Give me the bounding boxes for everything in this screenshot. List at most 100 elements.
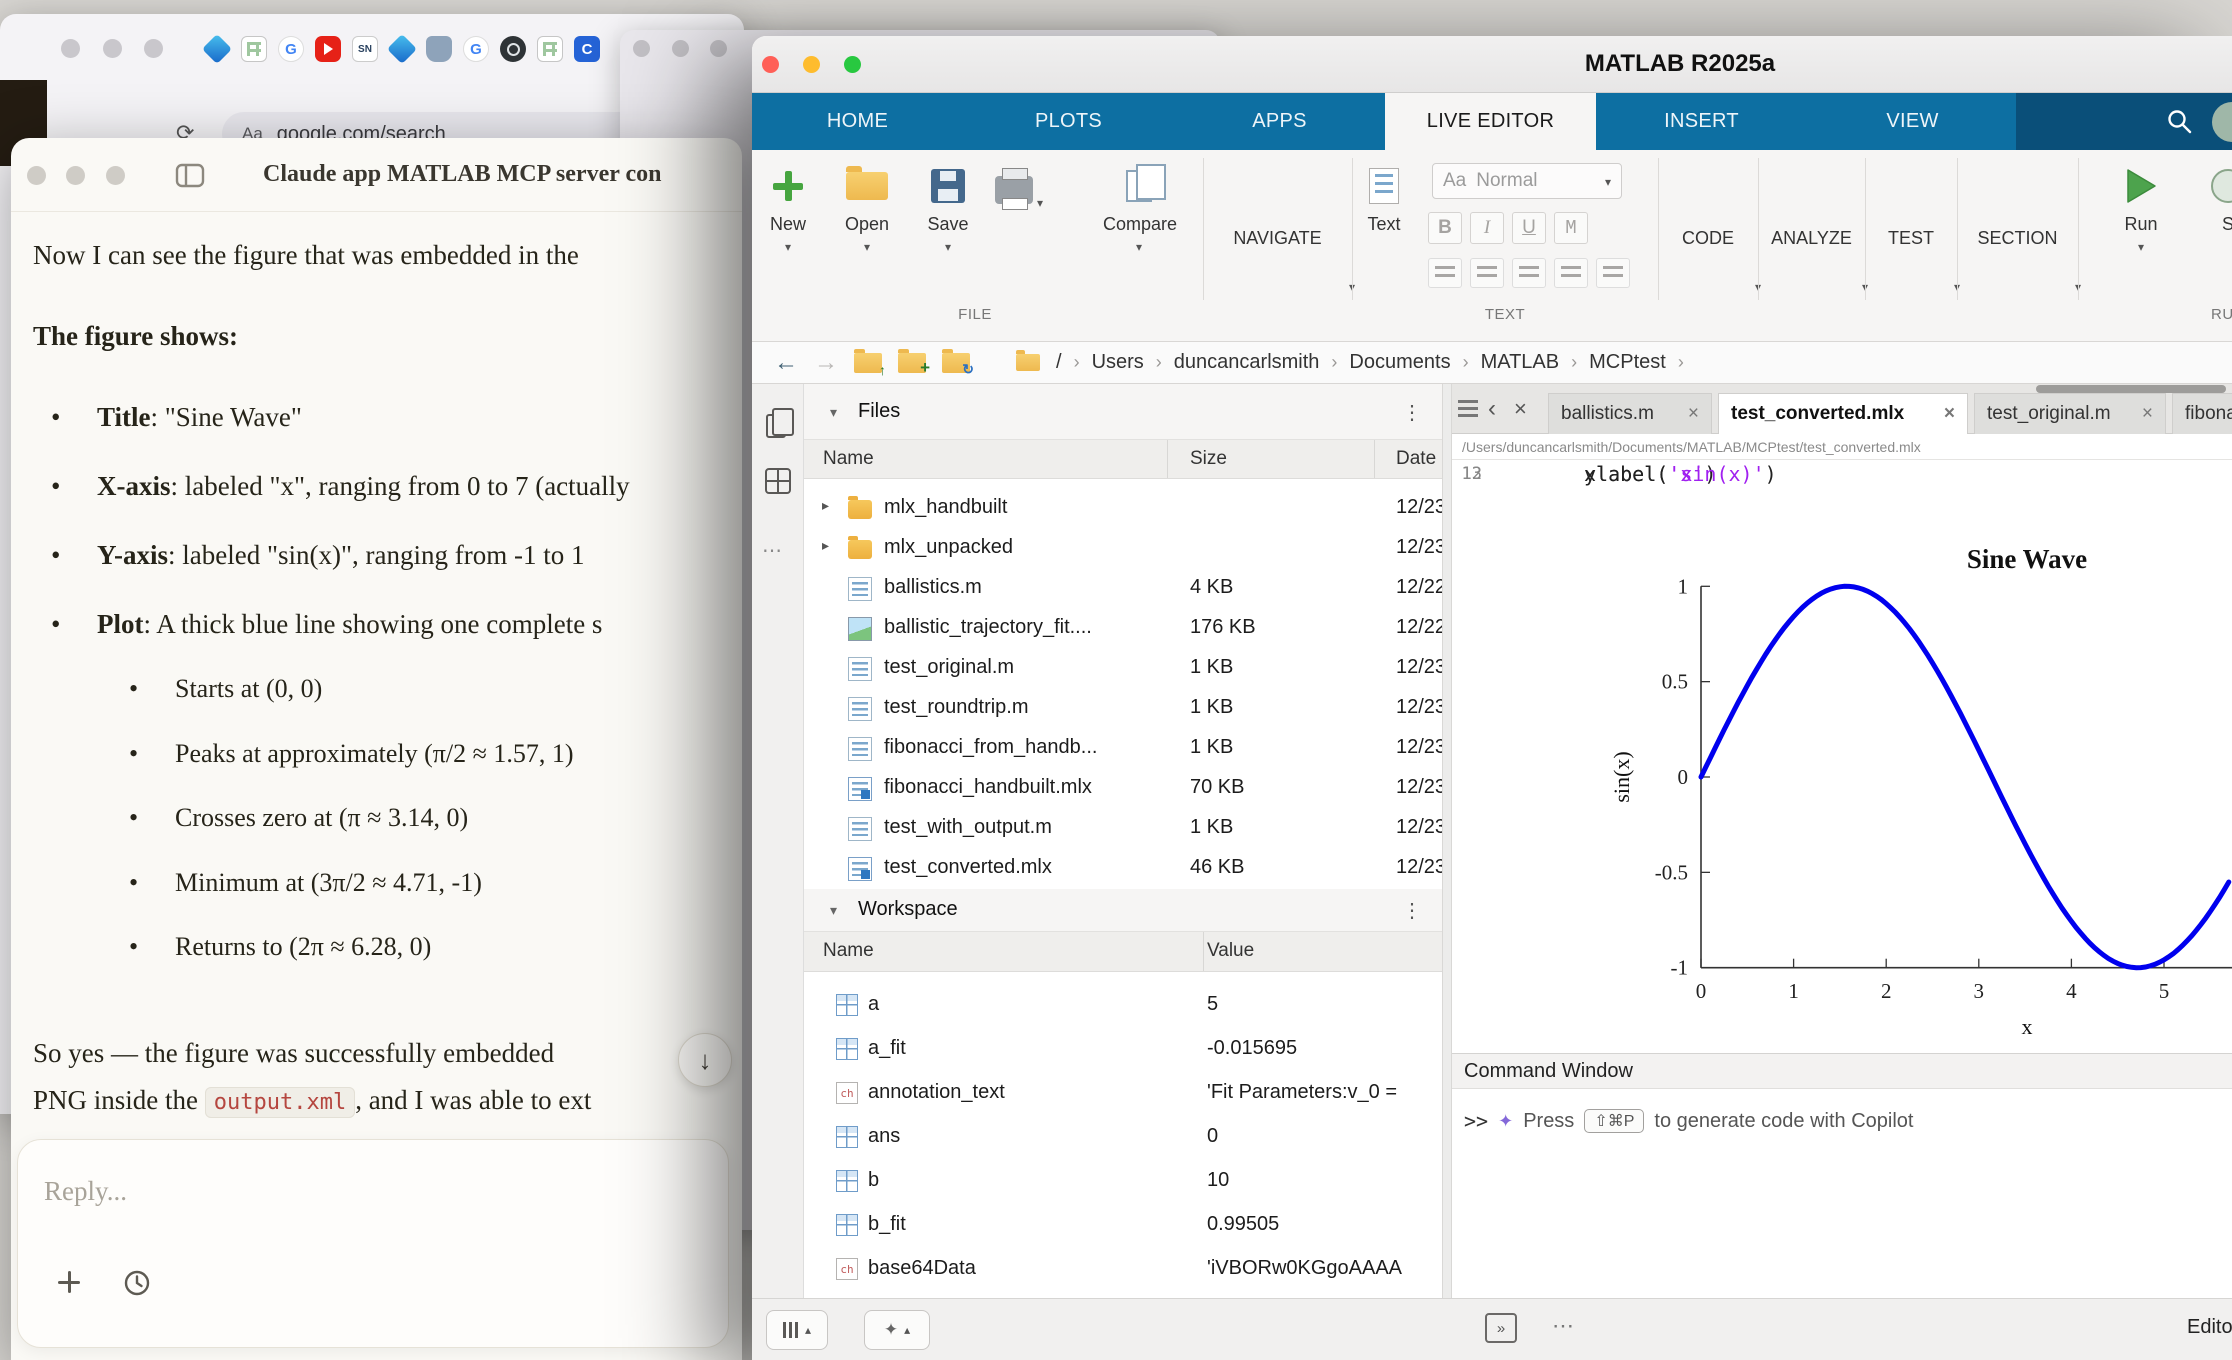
breadcrumb-item[interactable]: Users [1092, 351, 1144, 374]
close-button[interactable] [633, 40, 650, 57]
tab-scrollbar-thumb[interactable] [2036, 385, 2226, 393]
test-dropdown[interactable]: TEST [1865, 150, 1957, 310]
more-options-icon[interactable] [1552, 1313, 1574, 1339]
minimize-button[interactable] [103, 39, 122, 58]
workspace-row[interactable]: ans 0 [804, 1116, 1442, 1160]
up-folder-icon[interactable] [854, 353, 882, 373]
history-clock-icon[interactable] [123, 1269, 151, 1302]
documents-panel-icon[interactable] [766, 414, 786, 438]
breadcrumb-root[interactable]: / [1056, 351, 1062, 374]
workspace-row[interactable]: a_fit -0.015695 [804, 1028, 1442, 1072]
code-line[interactable]: 13 ylabel('sin(x)') [1452, 460, 2232, 488]
document-tab[interactable]: fibonacc [2172, 393, 2232, 434]
new-button[interactable]: New [752, 160, 824, 256]
close-button[interactable] [61, 39, 80, 58]
sidebar-toggle-icon[interactable] [175, 163, 205, 194]
favicon[interactable] [537, 36, 563, 62]
ai-panel-toggle-button[interactable] [864, 1310, 930, 1350]
panel-splitter[interactable] [1442, 384, 1452, 1298]
run-button[interactable]: Run [2105, 160, 2177, 256]
chevron-left-icon[interactable] [1488, 400, 1496, 421]
reply-composer[interactable] [17, 1139, 729, 1348]
scroll-to-bottom-button[interactable]: ↓ [678, 1033, 732, 1087]
equation-icon[interactable] [1596, 258, 1630, 288]
ribbon-tab[interactable]: HOME [752, 93, 963, 150]
command-window[interactable]: >> Press ⇧⌘P to generate code with Copil… [1452, 1089, 2232, 1298]
new-folder-icon[interactable] [898, 353, 926, 373]
favicon[interactable] [426, 36, 452, 62]
ribbon-tab[interactable]: INSERT [1596, 93, 1807, 150]
column-divider[interactable] [1374, 440, 1375, 478]
console-panel-icon[interactable] [1485, 1313, 1517, 1343]
collapse-caret-icon[interactable] [830, 404, 837, 421]
print-dropdown-caret-icon[interactable] [1037, 194, 1043, 212]
ribbon-tab[interactable]: VIEW [1807, 93, 2018, 150]
format-button[interactable]: U [1512, 212, 1546, 244]
workspace-row[interactable]: base64Data 'iVBORw0KGgoAAAA [804, 1248, 1442, 1292]
close-button[interactable] [27, 166, 46, 185]
zoom-button[interactable] [710, 40, 727, 57]
profile-avatar[interactable] [2212, 102, 2232, 142]
document-tab[interactable]: test_original.m [1974, 393, 2166, 434]
file-row[interactable]: test_roundtrip.m 1 KB 12/23 [804, 689, 1442, 729]
file-row[interactable]: ballistic_trajectory_fit.... 176 KB 12/2… [804, 609, 1442, 649]
tab-close-icon[interactable] [2130, 403, 2153, 425]
favicon[interactable] [352, 36, 378, 62]
workspace-row[interactable]: a 5 [804, 984, 1442, 1028]
file-row[interactable]: fibonacci_handbuilt.mlx 70 KB 12/23 [804, 769, 1442, 809]
compare-button[interactable]: Compare [1103, 160, 1175, 256]
attach-plus-icon[interactable] [56, 1269, 82, 1295]
text-button[interactable]: Text [1348, 160, 1420, 235]
forward-arrow-icon[interactable] [814, 349, 838, 377]
column-value[interactable]: Value [1207, 940, 1254, 962]
workspace-row[interactable]: annotation_text 'Fit Parameters:v_0 = [804, 1072, 1442, 1116]
ribbon-tab[interactable]: PLOTS [963, 93, 1174, 150]
panel-toggle-button[interactable] [766, 1310, 828, 1350]
minimize-button[interactable] [66, 166, 85, 185]
favicon[interactable] [241, 36, 267, 62]
document-tab[interactable]: ballistics.m [1548, 393, 1712, 434]
column-divider[interactable] [1167, 440, 1168, 478]
zoom-button[interactable] [106, 166, 125, 185]
minimize-button[interactable] [803, 56, 820, 73]
image-icon[interactable] [1554, 258, 1588, 288]
save-button[interactable]: Save [912, 160, 984, 256]
code-editor[interactable]: 12 xlabel('x') 13 ylabel('sin(x)') [1452, 460, 2232, 516]
minimize-button[interactable] [672, 40, 689, 57]
reply-input[interactable] [44, 1176, 664, 1207]
breadcrumb-item[interactable]: MCPtest [1589, 351, 1666, 374]
column-size[interactable]: Size [1190, 448, 1227, 470]
ribbon-tab[interactable]: APPS [1174, 93, 1385, 150]
favicon[interactable] [500, 36, 526, 62]
expander-icon[interactable] [822, 497, 838, 514]
file-row[interactable]: fibonacci_from_handb... 1 KB 12/23 [804, 729, 1442, 769]
tab-close-icon[interactable] [1932, 403, 1955, 425]
file-row[interactable]: test_original.m 1 KB 12/23 [804, 649, 1442, 689]
kebab-menu-icon[interactable] [1402, 898, 1422, 923]
search-icon[interactable] [2166, 108, 2194, 141]
zoom-button[interactable] [144, 39, 163, 58]
format-button[interactable]: B [1428, 212, 1462, 244]
ribbon-tab[interactable]: LIVE EDITOR [1385, 93, 1596, 150]
layout-grid-icon[interactable] [765, 468, 791, 494]
numbered-list-icon[interactable] [1470, 258, 1504, 288]
document-tab[interactable]: test_converted.mlx [1718, 393, 1968, 434]
more-options-icon[interactable] [762, 538, 782, 563]
format-button[interactable]: M [1554, 212, 1588, 244]
breadcrumb-item[interactable]: Documents [1349, 351, 1450, 374]
close-icon[interactable] [1514, 400, 1527, 421]
text-style-dropdown[interactable]: Aa Normal [1432, 163, 1622, 199]
column-name[interactable]: Name [823, 448, 874, 470]
favicon[interactable] [202, 34, 232, 64]
bullet-list-icon[interactable] [1428, 258, 1462, 288]
file-row[interactable]: mlx_handbuilt 12/23 [804, 489, 1442, 529]
step-button[interactable]: S [2192, 160, 2232, 235]
close-button[interactable] [762, 56, 779, 73]
zoom-button[interactable] [844, 56, 861, 73]
expander-icon[interactable] [822, 537, 838, 554]
column-date[interactable]: Date [1396, 448, 1436, 470]
favicon[interactable] [278, 36, 304, 62]
back-arrow-icon[interactable] [774, 349, 798, 377]
file-row[interactable]: test_with_output.m 1 KB 12/23 [804, 809, 1442, 849]
document-list-icon[interactable] [1458, 400, 1478, 418]
